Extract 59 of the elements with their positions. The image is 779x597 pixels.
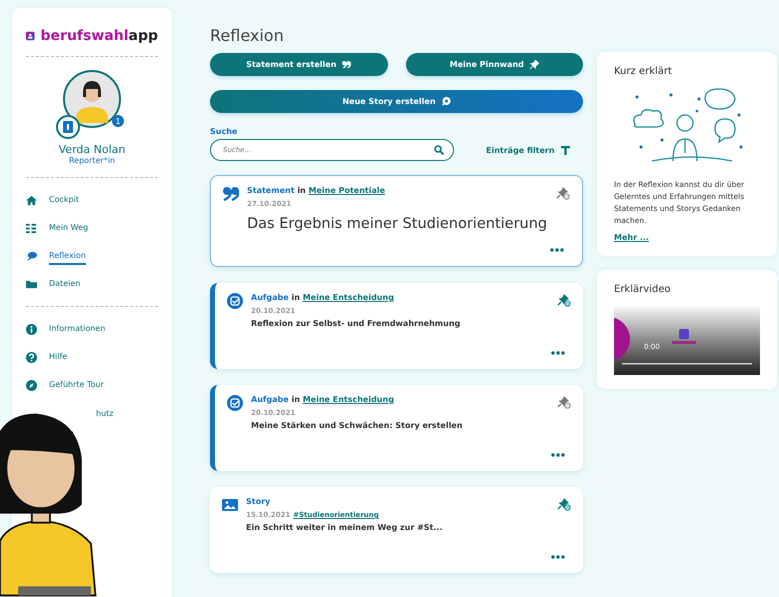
id-card-icon (63, 121, 73, 133)
nav-item[interactable]: Geführte Tour (26, 371, 158, 399)
pin-icon[interactable] (556, 186, 570, 200)
entry-heading: Aufgabe in Meine Entscheidung (251, 293, 395, 302)
topic-link[interactable]: Meine Entscheidung (302, 293, 394, 302)
card-title: Erklärvideo (614, 284, 672, 295)
filter-icon (560, 146, 570, 154)
more-icon[interactable] (551, 351, 565, 355)
speech-bubble-icon (442, 97, 451, 106)
more-icon[interactable] (551, 555, 565, 559)
action-button[interactable]: Statement erstellen (210, 53, 388, 76)
folder-icon (26, 278, 37, 290)
checkmark-icon (227, 293, 243, 309)
pin-icon[interactable] (557, 293, 571, 307)
compass-icon (26, 380, 37, 390)
entry-heading: Story (246, 497, 272, 506)
more-icon[interactable] (550, 248, 564, 252)
nav-item[interactable]: Mein Weg (26, 214, 158, 242)
avatar[interactable] (62, 69, 122, 129)
notification-badge: 1 (112, 115, 124, 127)
speech-bubble-icon (26, 250, 37, 262)
image-icon (222, 497, 238, 513)
nav-item[interactable]: Dateien (26, 270, 158, 298)
quote-icon (223, 186, 239, 202)
more-icon[interactable] (551, 453, 565, 457)
entry-title: Reflexion zur Selbst- und Fremdwahrnehmung (251, 319, 462, 328)
checkmark-icon (227, 395, 243, 411)
action-button[interactable]: Meine Pinnwand (406, 53, 583, 76)
user-role: Reporter*in (68, 156, 116, 165)
nav-item[interactable]: hutz (96, 399, 114, 427)
nav-item[interactable]: Informationen (26, 315, 158, 343)
more-link[interactable]: Mehr ... (614, 233, 760, 242)
topic-link[interactable]: Meine Potentiale (308, 186, 386, 195)
pin-icon[interactable] (557, 395, 571, 409)
brand-name: berufswahlapp (40, 28, 158, 44)
nav-item[interactable]: Hilfe (26, 343, 158, 371)
info-icon (26, 324, 37, 334)
entry-heading: Aufgabe in Meine Entscheidung (251, 395, 395, 404)
pin-icon (530, 60, 539, 69)
filter-button[interactable]: Einträge filtern (468, 146, 570, 154)
home-icon (26, 194, 37, 206)
user-name: Verda Nolan (58, 143, 126, 156)
list-icon (26, 222, 37, 234)
pin-icon[interactable] (557, 497, 571, 511)
nav-item[interactable]: Cockpit (26, 186, 158, 214)
page-title: Reflexion (210, 26, 285, 45)
entry-heading: Statement in Meine Potentiale (247, 186, 386, 195)
card-title: Kurz erklärt (614, 66, 673, 77)
entry-title: Das Ergebnis meiner Studienorientierung (247, 216, 548, 232)
entry-title: Ein Schritt weiter in meinem Weg zur #St... (246, 523, 444, 532)
profile-card-button[interactable] (56, 115, 80, 139)
search-icon[interactable] (434, 145, 444, 155)
new-story-button[interactable]: Neue Story erstellen (210, 90, 583, 113)
nav-item[interactable]: Reflexion (26, 242, 158, 270)
quote-icon (342, 61, 352, 68)
topic-link[interactable]: Meine Entscheidung (302, 395, 394, 404)
search-label: Suche (210, 127, 238, 136)
help-icon (26, 352, 37, 362)
entry-title: Meine Stärken und Schwächen: Story erstellen (251, 421, 464, 430)
